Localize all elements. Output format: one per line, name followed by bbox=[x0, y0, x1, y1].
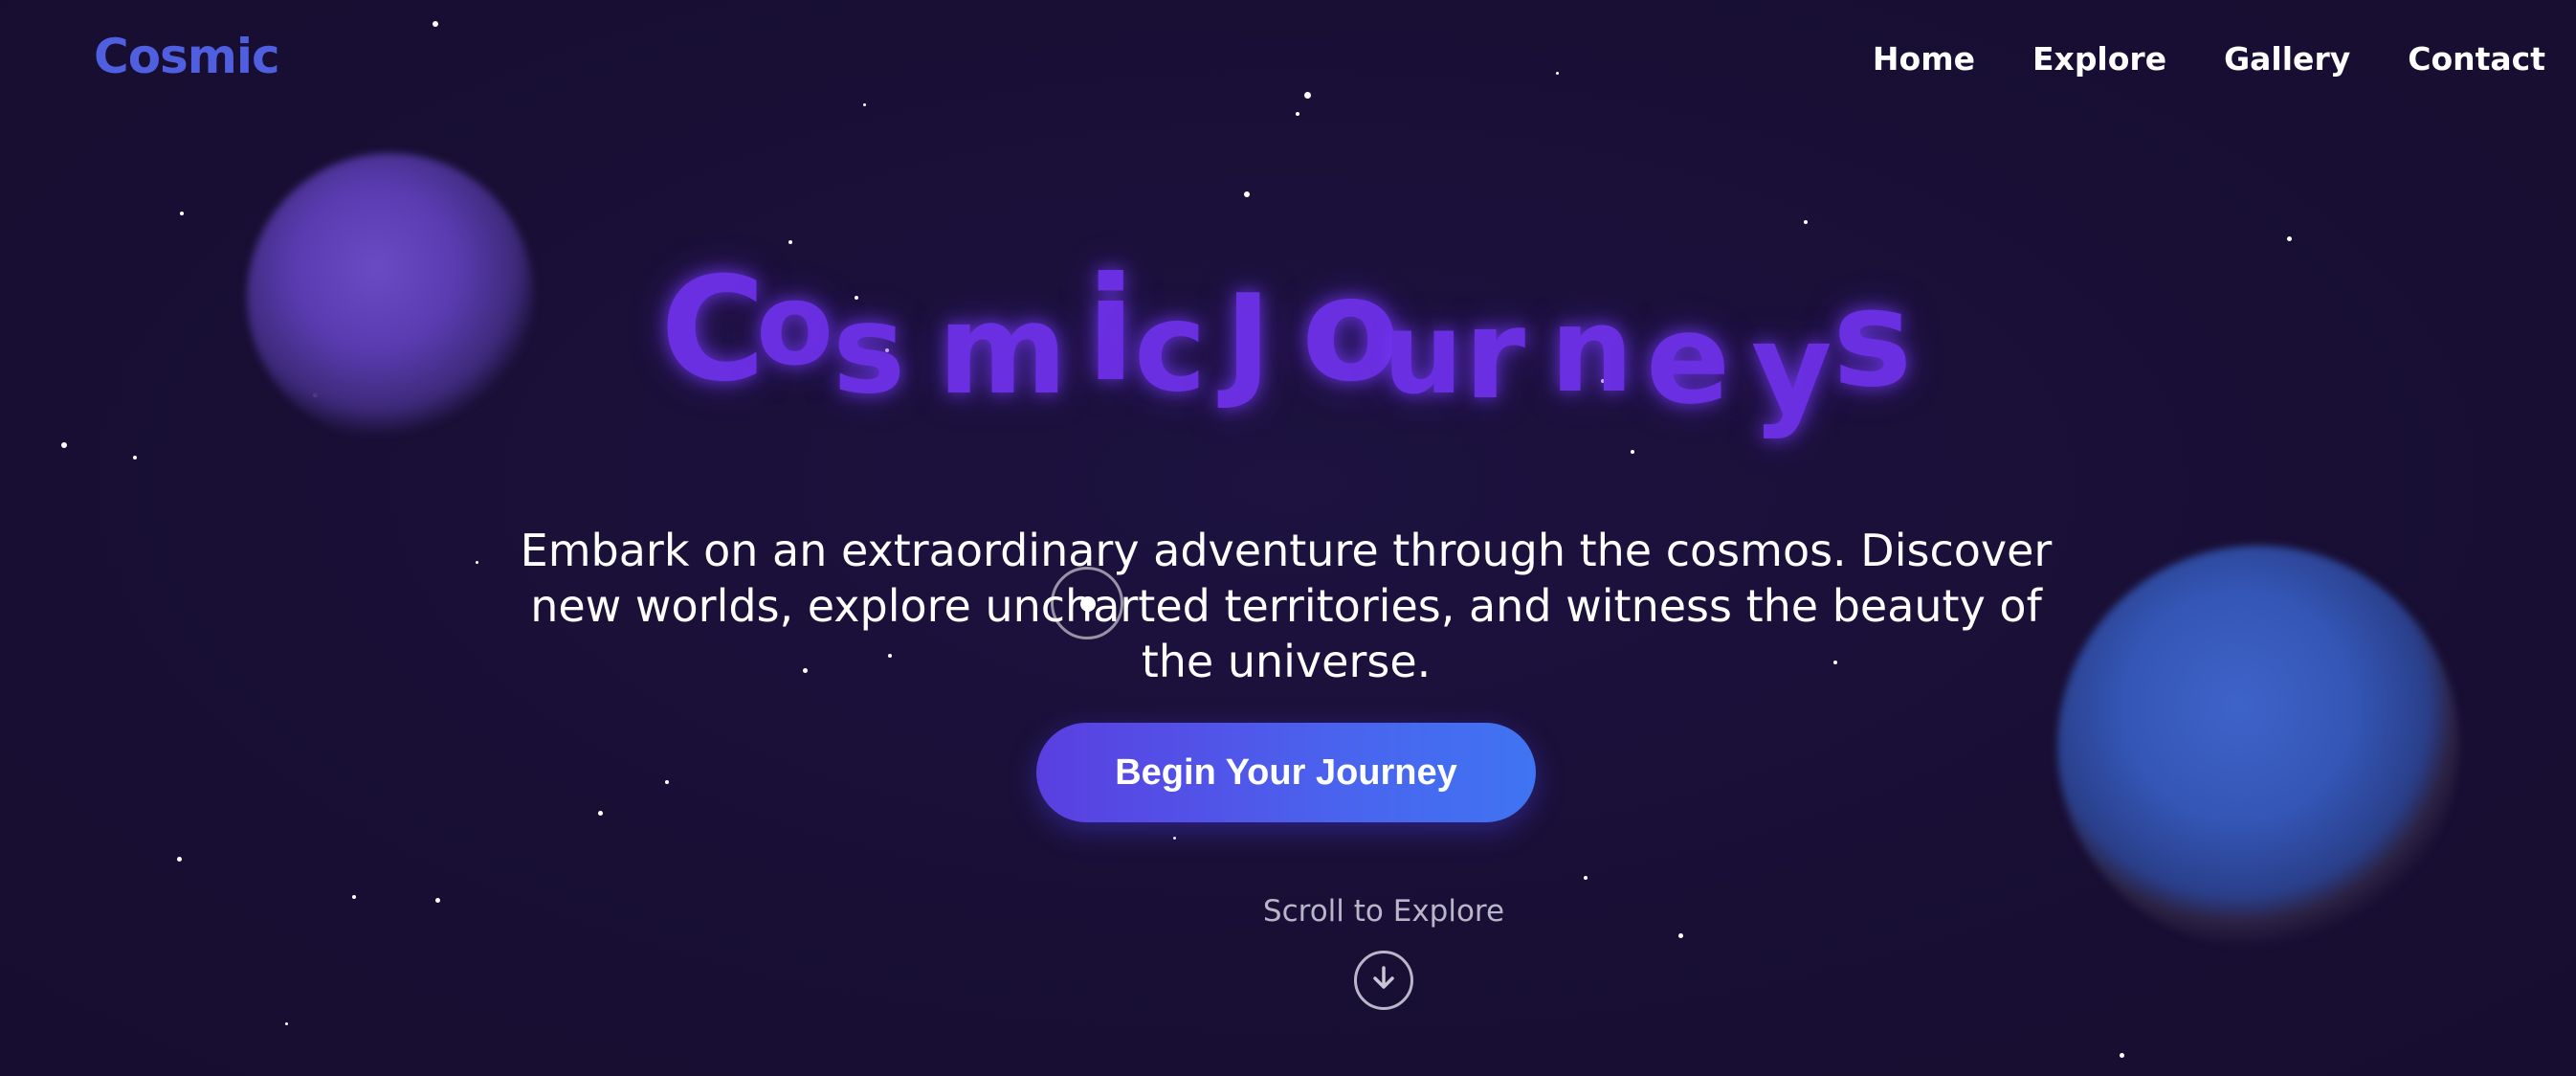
blue-planet bbox=[2057, 546, 2459, 948]
begin-journey-button[interactable]: Begin Your Journey bbox=[1036, 723, 1536, 822]
star bbox=[285, 1022, 288, 1025]
hero-title-letter: u bbox=[1383, 287, 1464, 419]
star bbox=[1173, 837, 1176, 840]
scroll-down-button[interactable] bbox=[1354, 951, 1413, 1010]
hero-title-letter: i bbox=[1086, 247, 1136, 414]
hero-title-letter: o bbox=[756, 258, 834, 391]
nav-link-home[interactable]: Home bbox=[1873, 40, 1975, 78]
hero-title-letter: J bbox=[1225, 267, 1272, 413]
hero-title-letter: s bbox=[833, 279, 906, 421]
hero-title-letter: y bbox=[1751, 296, 1832, 441]
scroll-label: Scroll to Explore bbox=[1262, 894, 1505, 929]
hero-title-letter: m bbox=[938, 277, 1068, 422]
nav-link-gallery[interactable]: Gallery bbox=[2224, 40, 2350, 78]
star bbox=[180, 212, 184, 215]
hero-title-letter: n bbox=[1550, 282, 1633, 418]
star bbox=[1584, 876, 1588, 880]
main-nav: Home Explore Gallery Contact bbox=[1873, 40, 2545, 78]
star bbox=[1244, 191, 1250, 197]
star bbox=[863, 103, 866, 106]
star bbox=[2287, 236, 2292, 241]
hero-title-letter: c bbox=[1134, 277, 1207, 419]
star bbox=[352, 895, 356, 899]
custom-cursor-dot-icon bbox=[1080, 596, 1096, 612]
star bbox=[133, 456, 137, 460]
hero-title-letter: r bbox=[1464, 281, 1526, 427]
arrow-down-icon bbox=[1373, 966, 1394, 989]
star bbox=[1804, 220, 1808, 224]
hero-title-letter: e bbox=[1646, 286, 1731, 432]
star bbox=[665, 780, 669, 784]
star bbox=[2120, 1053, 2124, 1058]
hero-title-letter: C bbox=[660, 247, 766, 414]
star bbox=[435, 898, 440, 903]
hero-title-letter: s bbox=[1832, 261, 1913, 417]
page: Cosmic Home Explore Gallery Contact Cosm… bbox=[0, 0, 2576, 1076]
star bbox=[433, 21, 438, 27]
nav-link-contact[interactable]: Contact bbox=[2408, 40, 2545, 78]
star bbox=[476, 561, 478, 564]
star bbox=[177, 857, 182, 862]
star bbox=[61, 442, 67, 448]
star bbox=[598, 811, 603, 816]
star bbox=[1556, 72, 1559, 75]
logo[interactable]: Cosmic bbox=[94, 29, 280, 84]
hero-subtitle: Embark on an extraordinary adventure thr… bbox=[520, 525, 2053, 687]
star bbox=[1296, 112, 1299, 116]
nav-link-explore[interactable]: Explore bbox=[2032, 40, 2166, 78]
star bbox=[1304, 92, 1311, 99]
purple-planet bbox=[247, 153, 534, 440]
star bbox=[1678, 933, 1683, 938]
hero-title: CosmicJourneys bbox=[660, 239, 1923, 460]
